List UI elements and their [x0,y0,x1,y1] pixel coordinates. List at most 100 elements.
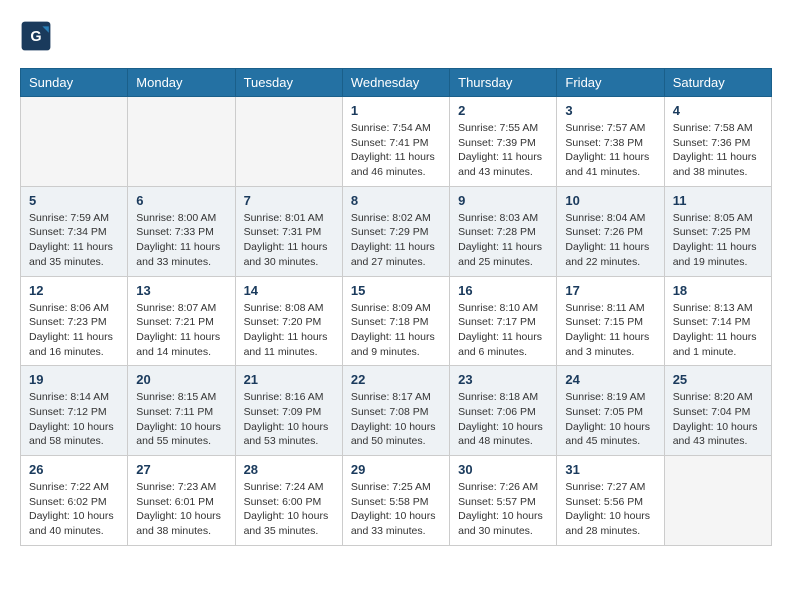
day-number: 11 [673,193,763,208]
day-info: Sunrise: 8:03 AM Sunset: 7:28 PM Dayligh… [458,211,548,270]
day-number: 21 [244,372,334,387]
logo-icon: G [20,20,52,52]
calendar-cell: 6 Sunrise: 8:00 AM Sunset: 7:33 PM Daylig… [128,186,235,276]
day-number: 3 [565,103,655,118]
weekday-header-friday: Friday [557,69,664,97]
calendar-cell: 1Sunrise: 7:54 AM Sunset: 7:41 PM Daylig… [342,97,449,187]
calendar-cell: 9 Sunrise: 8:03 AM Sunset: 7:28 PM Daylig… [450,186,557,276]
calendar-cell [235,97,342,187]
calendar-cell: 16 Sunrise: 8:10 AM Sunset: 7:17 PM Dayli… [450,276,557,366]
calendar-table: SundayMondayTuesdayWednesdayThursdayFrid… [20,68,772,546]
day-info: Sunrise: 8:08 AM Sunset: 7:20 PM Dayligh… [244,301,334,360]
day-info: Sunrise: 7:58 AM Sunset: 7:36 PM Dayligh… [673,121,763,180]
day-info: Sunrise: 8:01 AM Sunset: 7:31 PM Dayligh… [244,211,334,270]
weekday-header-monday: Monday [128,69,235,97]
day-number: 19 [29,372,119,387]
day-number: 20 [136,372,226,387]
calendar-cell: 23 Sunrise: 8:18 AM Sunset: 7:06 PM Dayli… [450,366,557,456]
day-info: Sunrise: 7:24 AM Sunset: 6:00 PM Dayligh… [244,480,334,539]
day-number: 29 [351,462,441,477]
calendar-cell: 21Sunrise: 8:16 AM Sunset: 7:09 PM Dayli… [235,366,342,456]
day-info: Sunrise: 8:04 AM Sunset: 7:26 PM Dayligh… [565,211,655,270]
calendar-cell: 3 Sunrise: 7:57 AM Sunset: 7:38 PM Daylig… [557,97,664,187]
calendar-cell: 24 Sunrise: 8:19 AM Sunset: 7:05 PM Dayli… [557,366,664,456]
calendar-cell: 29 Sunrise: 7:25 AM Sunset: 5:58 PM Dayli… [342,456,449,546]
calendar-cell: 20 Sunrise: 8:15 AM Sunset: 7:11 PM Dayli… [128,366,235,456]
calendar-cell: 27 Sunrise: 7:23 AM Sunset: 6:01 PM Dayli… [128,456,235,546]
day-info: Sunrise: 7:23 AM Sunset: 6:01 PM Dayligh… [136,480,226,539]
day-number: 15 [351,283,441,298]
day-number: 7 [244,193,334,208]
calendar-cell: 12 Sunrise: 8:06 AM Sunset: 7:23 PM Dayli… [21,276,128,366]
calendar-header: SundayMondayTuesdayWednesdayThursdayFrid… [21,69,772,97]
calendar-cell [128,97,235,187]
calendar-cell: 2Sunrise: 7:55 AM Sunset: 7:39 PM Daylig… [450,97,557,187]
calendar-cell [664,456,771,546]
calendar-cell: 19Sunrise: 8:14 AM Sunset: 7:12 PM Dayli… [21,366,128,456]
day-number: 22 [351,372,441,387]
day-number: 13 [136,283,226,298]
day-number: 24 [565,372,655,387]
day-number: 17 [565,283,655,298]
day-number: 1 [351,103,441,118]
calendar-week-1: 1Sunrise: 7:54 AM Sunset: 7:41 PM Daylig… [21,97,772,187]
calendar-cell: 15 Sunrise: 8:09 AM Sunset: 7:18 PM Dayli… [342,276,449,366]
day-info: Sunrise: 8:17 AM Sunset: 7:08 PM Dayligh… [351,390,441,449]
svg-text:G: G [30,29,41,45]
day-info: Sunrise: 7:26 AM Sunset: 5:57 PM Dayligh… [458,480,548,539]
calendar-cell: 5 Sunrise: 7:59 AM Sunset: 7:34 PM Daylig… [21,186,128,276]
day-info: Sunrise: 7:57 AM Sunset: 7:38 PM Dayligh… [565,121,655,180]
day-info: Sunrise: 8:19 AM Sunset: 7:05 PM Dayligh… [565,390,655,449]
day-number: 10 [565,193,655,208]
day-number: 25 [673,372,763,387]
day-number: 2 [458,103,548,118]
calendar-cell: 8 Sunrise: 8:02 AM Sunset: 7:29 PM Daylig… [342,186,449,276]
calendar-cell: 11 Sunrise: 8:05 AM Sunset: 7:25 PM Dayli… [664,186,771,276]
day-info: Sunrise: 8:13 AM Sunset: 7:14 PM Dayligh… [673,301,763,360]
calendar-cell [21,97,128,187]
day-number: 26 [29,462,119,477]
day-number: 27 [136,462,226,477]
day-info: Sunrise: 8:07 AM Sunset: 7:21 PM Dayligh… [136,301,226,360]
calendar-week-5: 26Sunrise: 7:22 AM Sunset: 6:02 PM Dayli… [21,456,772,546]
day-info: Sunrise: 8:10 AM Sunset: 7:17 PM Dayligh… [458,301,548,360]
day-info: Sunrise: 8:20 AM Sunset: 7:04 PM Dayligh… [673,390,763,449]
calendar-cell: 7 Sunrise: 8:01 AM Sunset: 7:31 PM Daylig… [235,186,342,276]
day-number: 28 [244,462,334,477]
logo: G [20,20,56,52]
calendar-cell: 22 Sunrise: 8:17 AM Sunset: 7:08 PM Dayli… [342,366,449,456]
day-info: Sunrise: 8:18 AM Sunset: 7:06 PM Dayligh… [458,390,548,449]
day-number: 8 [351,193,441,208]
day-number: 30 [458,462,548,477]
calendar-cell: 10 Sunrise: 8:04 AM Sunset: 7:26 PM Dayli… [557,186,664,276]
calendar-cell: 18Sunrise: 8:13 AM Sunset: 7:14 PM Dayli… [664,276,771,366]
page-header: G [20,20,772,52]
day-info: Sunrise: 8:06 AM Sunset: 7:23 PM Dayligh… [29,301,119,360]
day-info: Sunrise: 7:25 AM Sunset: 5:58 PM Dayligh… [351,480,441,539]
calendar-cell: 14Sunrise: 8:08 AM Sunset: 7:20 PM Dayli… [235,276,342,366]
calendar-cell: 13 Sunrise: 8:07 AM Sunset: 7:21 PM Dayli… [128,276,235,366]
day-number: 12 [29,283,119,298]
calendar-week-3: 12 Sunrise: 8:06 AM Sunset: 7:23 PM Dayli… [21,276,772,366]
day-number: 5 [29,193,119,208]
calendar-cell: 30 Sunrise: 7:26 AM Sunset: 5:57 PM Dayli… [450,456,557,546]
calendar-week-2: 5 Sunrise: 7:59 AM Sunset: 7:34 PM Daylig… [21,186,772,276]
day-number: 9 [458,193,548,208]
calendar-week-4: 19Sunrise: 8:14 AM Sunset: 7:12 PM Dayli… [21,366,772,456]
calendar-cell: 31Sunrise: 7:27 AM Sunset: 5:56 PM Dayli… [557,456,664,546]
calendar-cell: 26Sunrise: 7:22 AM Sunset: 6:02 PM Dayli… [21,456,128,546]
day-info: Sunrise: 8:00 AM Sunset: 7:33 PM Dayligh… [136,211,226,270]
day-info: Sunrise: 8:05 AM Sunset: 7:25 PM Dayligh… [673,211,763,270]
day-number: 6 [136,193,226,208]
weekday-header-saturday: Saturday [664,69,771,97]
weekday-header-wednesday: Wednesday [342,69,449,97]
day-info: Sunrise: 7:27 AM Sunset: 5:56 PM Dayligh… [565,480,655,539]
calendar-cell: 28 Sunrise: 7:24 AM Sunset: 6:00 PM Dayli… [235,456,342,546]
calendar-cell: 4Sunrise: 7:58 AM Sunset: 7:36 PM Daylig… [664,97,771,187]
day-info: Sunrise: 7:59 AM Sunset: 7:34 PM Dayligh… [29,211,119,270]
day-info: Sunrise: 8:02 AM Sunset: 7:29 PM Dayligh… [351,211,441,270]
day-info: Sunrise: 8:09 AM Sunset: 7:18 PM Dayligh… [351,301,441,360]
day-number: 23 [458,372,548,387]
day-number: 16 [458,283,548,298]
day-info: Sunrise: 8:15 AM Sunset: 7:11 PM Dayligh… [136,390,226,449]
